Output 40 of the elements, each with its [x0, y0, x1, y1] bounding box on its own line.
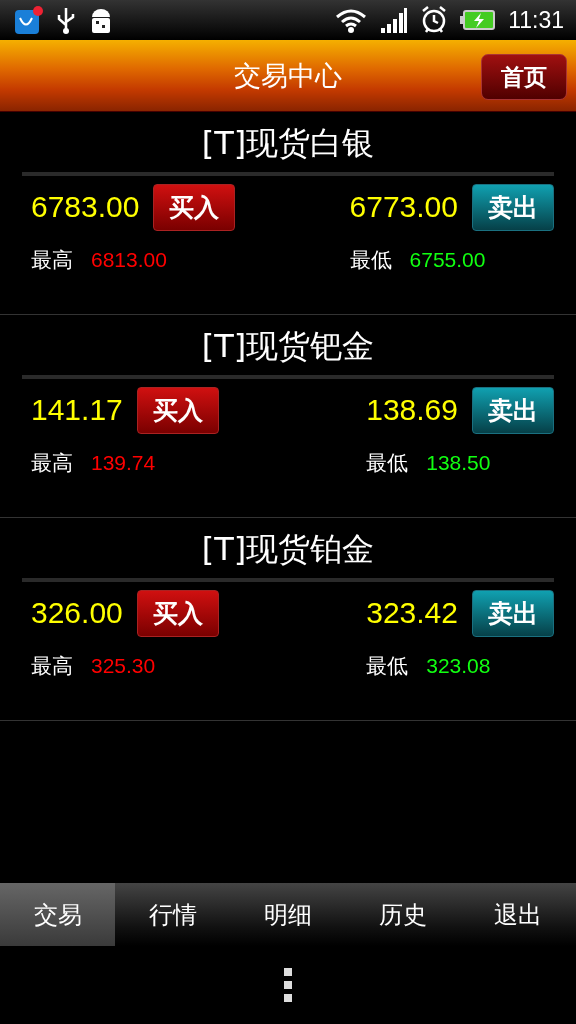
- low-price: 323.08: [426, 654, 491, 678]
- buy-price: 326.00: [31, 596, 123, 630]
- sell-button[interactable]: 卖出: [472, 589, 554, 637]
- high-label: 最高: [31, 450, 73, 477]
- high-price: 6813.00: [91, 248, 167, 272]
- overflow-menu-icon[interactable]: [284, 967, 292, 1003]
- buy-price: 6783.00: [31, 190, 140, 224]
- buy-button[interactable]: 买入: [136, 386, 219, 434]
- sell-price: 6773.00: [349, 190, 458, 224]
- sell-price: 138.69: [366, 393, 458, 427]
- buy-price: 141.17: [31, 393, 123, 427]
- product-name: [T]现货铂金: [22, 518, 554, 582]
- buy-button[interactable]: 买入: [136, 589, 219, 637]
- page-title: 交易中心: [234, 58, 342, 93]
- product-name: [T]现货白银: [22, 112, 554, 176]
- buy-button[interactable]: 买入: [153, 183, 236, 231]
- high-price: 139.74: [91, 451, 156, 475]
- low-label: 最低: [366, 450, 409, 477]
- tab[interactable]: 交易: [0, 883, 116, 946]
- tab[interactable]: 退出: [460, 883, 576, 946]
- sell-button[interactable]: 卖出: [472, 386, 554, 434]
- low-label: 最低: [366, 653, 409, 680]
- sell-button[interactable]: 卖出: [472, 183, 554, 231]
- low-label: 最低: [349, 247, 392, 274]
- sell-price: 323.42: [366, 596, 458, 630]
- home-button[interactable]: 首页: [481, 54, 567, 100]
- product-name: [T]现货钯金: [22, 315, 554, 379]
- high-label: 最高: [31, 247, 73, 274]
- tab[interactable]: 明细: [230, 883, 346, 946]
- tab[interactable]: 历史: [345, 883, 461, 946]
- app-notification-icon: [14, 5, 44, 35]
- tab[interactable]: 行情: [115, 883, 231, 946]
- high-label: 最高: [31, 653, 73, 680]
- low-price: 138.50: [426, 451, 491, 475]
- signal-icon: [380, 6, 409, 34]
- clock-time: 11:31: [508, 6, 564, 34]
- usb-icon: [56, 5, 76, 35]
- battery-charging-icon: [460, 9, 497, 31]
- low-price: 6755.00: [409, 248, 486, 272]
- high-price: 325.30: [91, 654, 156, 678]
